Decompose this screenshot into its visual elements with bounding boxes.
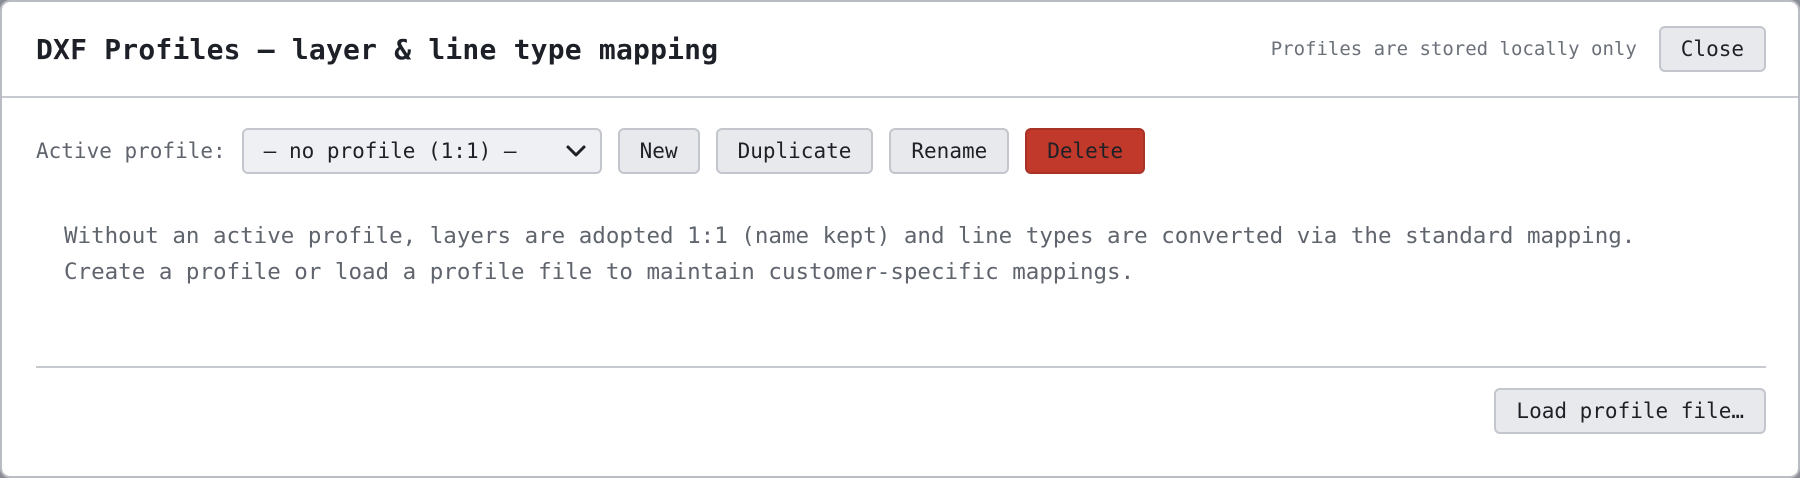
dialog-footer: Load profile file… xyxy=(1494,388,1766,434)
close-button[interactable]: Close xyxy=(1658,26,1766,72)
active-profile-select[interactable]: – no profile (1:1) – xyxy=(241,128,602,174)
duplicate-profile-button[interactable]: Duplicate xyxy=(715,128,874,174)
load-profile-file-button[interactable]: Load profile file… xyxy=(1494,388,1766,434)
new-profile-button[interactable]: New xyxy=(617,128,700,174)
footer-divider xyxy=(36,366,1766,368)
storage-note: Profiles are stored locally only xyxy=(1270,38,1637,60)
info-text: Without an active profile, layers are ad… xyxy=(64,218,1698,290)
info-line-create-profile: Create a profile or load a profile file … xyxy=(64,259,1135,285)
chevron-down-icon xyxy=(566,145,586,157)
active-profile-label: Active profile: xyxy=(36,139,226,163)
dxf-profiles-dialog: DXF Profiles – layer & line type mapping… xyxy=(0,0,1800,478)
profile-toolbar: Active profile: – no profile (1:1) – New… xyxy=(36,128,1766,174)
info-line-standard-mapping: Without an active profile, layers are ad… xyxy=(64,223,1636,249)
active-profile-select-value: – no profile (1:1) – xyxy=(263,139,517,163)
dialog-header: DXF Profiles – layer & line type mapping… xyxy=(2,2,1798,98)
delete-profile-button[interactable]: Delete xyxy=(1025,128,1146,174)
dialog-title: DXF Profiles – layer & line type mapping xyxy=(36,32,719,66)
rename-profile-button[interactable]: Rename xyxy=(889,128,1010,174)
